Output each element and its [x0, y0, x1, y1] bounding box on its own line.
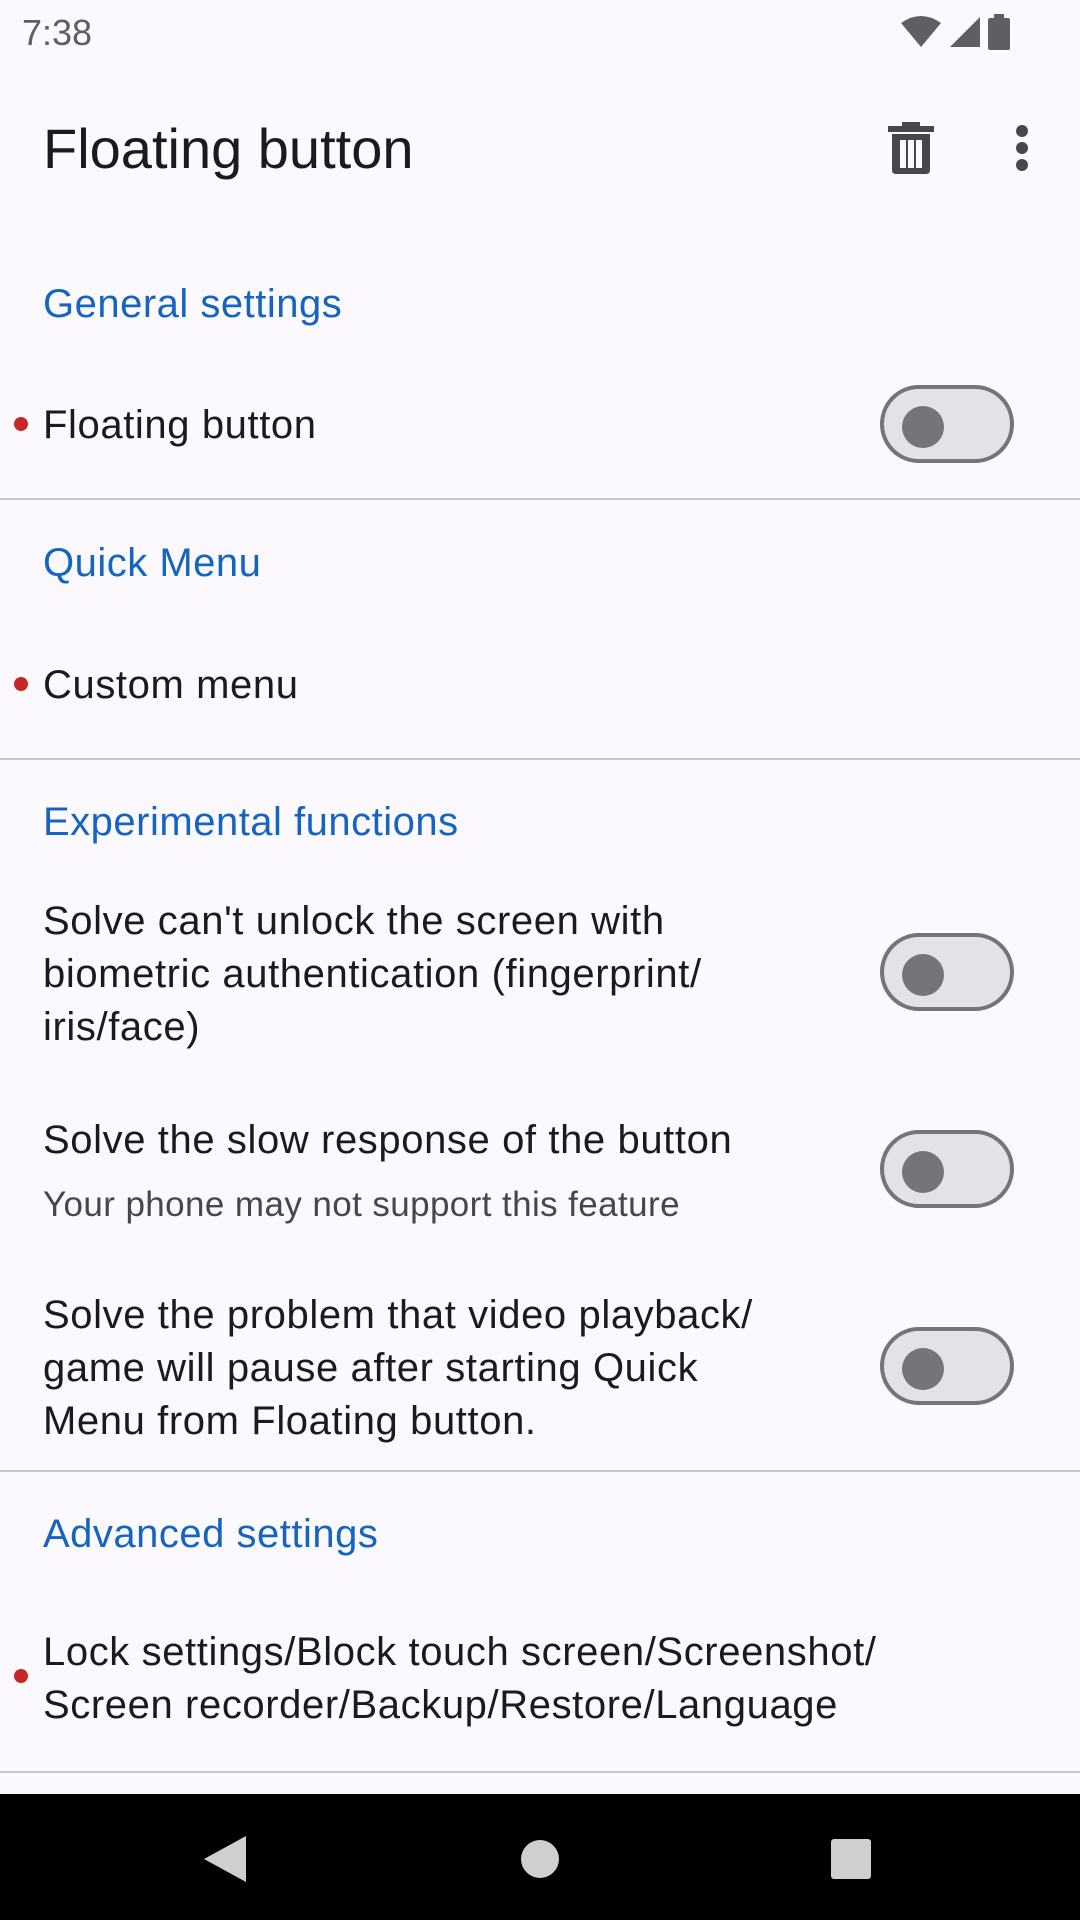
biometric-fix-label-line3[interactable]: iris/face) — [43, 1001, 200, 1054]
app-bar: Floating button — [0, 80, 1080, 220]
changed-indicator-dot — [14, 417, 28, 431]
delete-button[interactable] — [863, 100, 959, 196]
section-header-quick-menu: Quick Menu — [43, 541, 262, 585]
video-pause-fix-switch[interactable] — [880, 1327, 1014, 1405]
biometric-fix-switch[interactable] — [880, 933, 1014, 1011]
changed-indicator-dot — [14, 1669, 28, 1683]
divider — [0, 498, 1080, 500]
switch-thumb — [902, 1151, 944, 1193]
recents-icon — [831, 1839, 871, 1879]
more-vert-icon — [1016, 125, 1028, 171]
divider — [0, 1470, 1080, 1472]
home-button[interactable] — [495, 1814, 585, 1904]
switch-thumb — [902, 1348, 944, 1390]
changed-indicator-dot — [14, 677, 28, 691]
floating-button-label[interactable]: Floating button — [43, 399, 317, 452]
battery-icon — [988, 14, 1010, 50]
navigation-bar — [0, 1794, 1080, 1920]
divider — [0, 758, 1080, 760]
status-icons — [900, 14, 1010, 50]
section-header-experimental: Experimental functions — [43, 800, 459, 844]
biometric-fix-label-line1[interactable]: Solve can't unlock the screen with — [43, 895, 665, 948]
wifi-icon — [901, 16, 941, 47]
home-icon — [521, 1840, 559, 1878]
status-time: 7:38 — [22, 12, 93, 53]
section-header-advanced: Advanced settings — [43, 1512, 379, 1556]
video-pause-fix-label-line1[interactable]: Solve the problem that video playback/ — [43, 1289, 753, 1342]
floating-button-switch[interactable] — [880, 385, 1014, 463]
trash-icon — [888, 122, 934, 174]
switch-thumb — [902, 406, 944, 448]
divider — [0, 1771, 1080, 1773]
switch-thumb — [902, 954, 944, 996]
more-options-button[interactable] — [974, 100, 1070, 196]
lock-settings-item-line1[interactable]: Lock settings/Block touch screen/Screens… — [43, 1626, 877, 1679]
video-pause-fix-label-line2[interactable]: game will pause after starting Quick — [43, 1342, 698, 1395]
video-pause-fix-label-line3[interactable]: Menu from Floating button. — [43, 1395, 537, 1448]
status-bar: 7:38 — [0, 0, 1080, 64]
page-title: Floating button — [43, 117, 414, 180]
lock-settings-item-line2[interactable]: Screen recorder/Backup/Restore/Language — [43, 1679, 838, 1732]
slow-response-fix-switch[interactable] — [880, 1130, 1014, 1208]
section-header-general: General settings — [43, 282, 343, 326]
signal-icon — [950, 17, 980, 47]
back-icon — [204, 1836, 246, 1882]
custom-menu-item[interactable]: Custom menu — [43, 659, 299, 712]
slow-response-fix-label[interactable]: Solve the slow response of the button — [43, 1114, 732, 1167]
biometric-fix-label-line2[interactable]: biometric authentication (fingerprint/ — [43, 948, 702, 1001]
slow-response-fix-summary: Your phone may not support this feature — [43, 1185, 680, 1224]
back-button[interactable] — [180, 1814, 270, 1904]
recents-button[interactable] — [806, 1814, 896, 1904]
